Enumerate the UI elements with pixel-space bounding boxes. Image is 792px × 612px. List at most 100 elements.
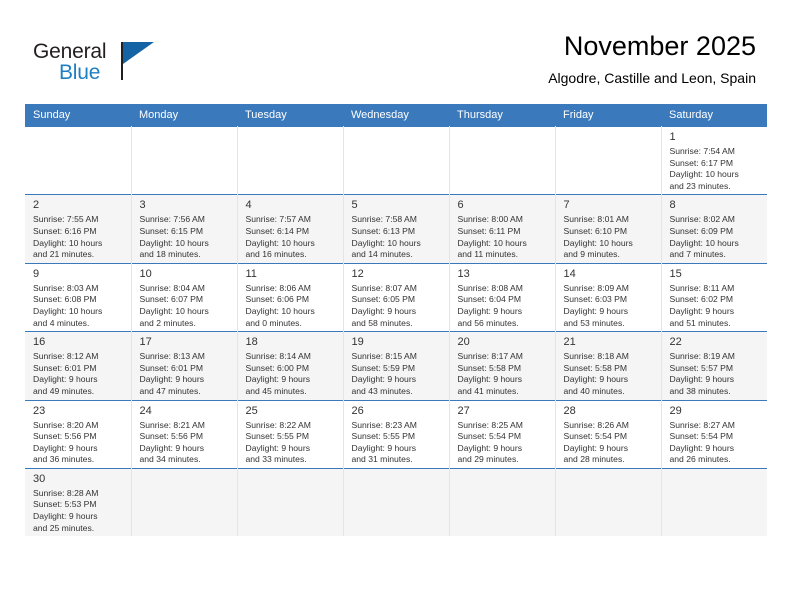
calendar-day-cell[interactable]: 11 Sunrise: 8:06 AM Sunset: 6:06 PM Dayligh… [237,262,344,332]
sunrise-text: Sunrise: 8:19 AM [669,351,735,362]
sunrise-text: Sunrise: 8:21 AM [139,419,205,430]
day-number: 4 [245,199,252,212]
calendar-cell-empty [555,125,662,195]
sunset-text: Sunset: 5:56 PM [139,431,204,442]
sunset-text: Sunset: 5:55 PM [351,431,416,442]
calendar-day-cell[interactable]: 26 Sunrise: 8:23 AM Sunset: 5:55 PM Dayligh… [343,399,450,469]
sunrise-text: Sunrise: 8:04 AM [139,282,205,293]
day-number: 3 [139,199,146,212]
calendar-cell-empty [343,125,450,195]
day-number: 16 [33,336,46,349]
sunrise-text: Sunrise: 8:17 AM [457,351,523,362]
calendar-day-cell[interactable]: 16 Sunrise: 8:12 AM Sunset: 6:01 PM Dayligh… [25,331,132,400]
daylight-text: Daylight: 10 hours [669,237,739,248]
calendar-cell-content: 11 Sunrise: 8:06 AM Sunset: 6:06 PM Dayligh… [238,264,343,331]
logo-flag-icon [123,42,154,64]
calendar-day-cell[interactable]: 12 Sunrise: 8:07 AM Sunset: 6:05 PM Dayligh… [343,262,450,332]
daylight-text: and 47 minutes. [139,385,201,396]
calendar-cell-content: 15 Sunrise: 8:11 AM Sunset: 6:02 PM Dayligh… [662,264,768,331]
calendar-day-cell[interactable]: 9 Sunrise: 8:03 AM Sunset: 6:08 PM Daylight… [25,262,132,332]
daylight-text: Daylight: 9 hours [245,442,311,453]
calendar-day-cell[interactable]: 14 Sunrise: 8:09 AM Sunset: 6:03 PM Dayligh… [555,262,662,332]
sunset-text: Sunset: 6:14 PM [245,225,310,236]
sunrise-text: Sunrise: 8:06 AM [245,282,311,293]
calendar-cell-empty [555,467,662,537]
calendar-cell-content: 12 Sunrise: 8:07 AM Sunset: 6:05 PM Dayligh… [344,264,449,331]
calendar-day-cell[interactable]: 10 Sunrise: 8:04 AM Sunset: 6:07 PM Dayligh… [131,262,238,332]
calendar-day-cell[interactable]: 23 Sunrise: 8:20 AM Sunset: 5:56 PM Dayligh… [25,399,132,469]
sunrise-text: Sunrise: 8:09 AM [563,282,629,293]
daylight-text: and 2 minutes. [139,317,196,328]
day-number: 23 [33,404,46,417]
sunrise-text: Sunrise: 7:56 AM [139,214,205,225]
sunset-text: Sunset: 6:06 PM [245,294,310,305]
calendar-cell-content: 13 Sunrise: 8:08 AM Sunset: 6:04 PM Dayligh… [450,264,555,331]
sunset-text: Sunset: 6:00 PM [245,362,310,373]
day-number: 24 [139,404,152,417]
daylight-text: Daylight: 9 hours [351,305,417,316]
calendar-day-cell[interactable]: 19 Sunrise: 8:15 AM Sunset: 5:59 PM Dayligh… [343,331,450,400]
calendar-cell-content: 30 Sunrise: 8:28 AM Sunset: 5:53 PM Dayligh… [25,469,131,536]
daylight-text: Daylight: 9 hours [33,374,98,385]
calendar-cell-empty [237,467,344,537]
calendar-day-cell[interactable]: 18 Sunrise: 8:14 AM Sunset: 6:00 PM Dayligh… [237,331,344,400]
day-number: 22 [669,336,682,349]
daylight-text: Daylight: 9 hours [669,442,735,453]
daylight-text: and 49 minutes. [33,385,95,396]
daylight-text: Daylight: 10 hours [669,169,739,180]
calendar-day-cell[interactable]: 3 Sunrise: 7:56 AM Sunset: 6:15 PM Daylight… [131,194,238,264]
daylight-text: Daylight: 9 hours [563,305,629,316]
daylight-text: and 14 minutes. [351,249,413,260]
calendar-cell-content: 19 Sunrise: 8:15 AM Sunset: 5:59 PM Dayligh… [344,332,449,399]
daylight-text: and 7 minutes. [669,249,726,260]
calendar-cell-content: 4 Sunrise: 7:57 AM Sunset: 6:14 PM Daylight… [238,195,343,262]
sunset-text: Sunset: 6:15 PM [139,225,204,236]
calendar-day-cell[interactable]: 29 Sunrise: 8:27 AM Sunset: 5:54 PM Dayligh… [661,399,768,469]
sunset-text: Sunset: 6:16 PM [33,225,97,236]
calendar-day-cell[interactable]: 6 Sunrise: 8:00 AM Sunset: 6:11 PM Daylight… [449,194,556,264]
calendar-day-cell[interactable]: 28 Sunrise: 8:26 AM Sunset: 5:54 PM Dayligh… [555,399,662,469]
calendar-day-cell[interactable]: 27 Sunrise: 8:25 AM Sunset: 5:54 PM Dayligh… [449,399,556,469]
daylight-text: Daylight: 9 hours [457,374,523,385]
day-number: 12 [351,267,364,280]
page-title: November 2025 [563,31,756,61]
calendar-day-cell[interactable]: 7 Sunrise: 8:01 AM Sunset: 6:10 PM Daylight… [555,194,662,264]
calendar-cell-content: 29 Sunrise: 8:27 AM Sunset: 5:54 PM Dayligh… [662,401,768,468]
general-blue-logo[interactable]: General Blue [33,40,163,88]
calendar-day-cell[interactable]: 5 Sunrise: 7:58 AM Sunset: 6:13 PM Daylight… [343,194,450,264]
calendar-day-cell[interactable]: 2 Sunrise: 7:55 AM Sunset: 6:16 PM Daylight… [25,194,132,264]
sunrise-text: Sunrise: 8:07 AM [351,282,417,293]
calendar-day-cell[interactable]: 22 Sunrise: 8:19 AM Sunset: 5:57 PM Dayligh… [661,331,767,400]
day-number: 26 [351,404,364,417]
daylight-text: and 26 minutes. [669,454,731,465]
calendar-day-cell[interactable]: 21 Sunrise: 8:18 AM Sunset: 5:58 PM Dayligh… [555,331,662,400]
sunrise-text: Sunrise: 8:22 AM [245,419,311,430]
calendar-day-cell[interactable]: 1 Sunrise: 7:54 AM Sunset: 6:17 PM Daylight… [661,125,768,195]
calendar-day-cell[interactable]: 15 Sunrise: 8:11 AM Sunset: 6:02 PM Dayligh… [661,262,768,332]
sunrise-text: Sunrise: 8:18 AM [563,351,629,362]
daylight-text: Daylight: 9 hours [139,442,205,453]
daylight-text: Daylight: 10 hours [33,237,103,248]
sunset-text: Sunset: 6:09 PM [669,225,734,236]
daylight-text: Daylight: 9 hours [351,374,417,385]
calendar-day-cell[interactable]: 13 Sunrise: 8:08 AM Sunset: 6:04 PM Dayligh… [449,262,556,332]
calendar-day-cell[interactable]: 20 Sunrise: 8:17 AM Sunset: 5:58 PM Dayligh… [449,331,556,400]
calendar-cell-content: 1 Sunrise: 7:54 AM Sunset: 6:17 PM Daylight… [662,127,768,194]
calendar-cell-content: 8 Sunrise: 8:02 AM Sunset: 6:09 PM Daylight… [662,195,768,262]
calendar-day-cell[interactable]: 4 Sunrise: 7:57 AM Sunset: 6:14 PM Daylight… [237,194,344,264]
calendar-day-cell[interactable]: 8 Sunrise: 8:02 AM Sunset: 6:09 PM Daylight… [661,194,768,264]
sunset-text: Sunset: 6:01 PM [33,362,97,373]
calendar-cell-empty [449,467,556,537]
daylight-text: and 16 minutes. [245,249,307,260]
daylight-text: Daylight: 10 hours [33,305,103,316]
calendar-day-cell[interactable]: 30 Sunrise: 8:28 AM Sunset: 5:53 PM Dayligh… [25,467,132,537]
sunset-text: Sunset: 5:55 PM [245,431,310,442]
sunset-text: Sunset: 6:05 PM [351,294,416,305]
daylight-text: and 23 minutes. [669,180,731,191]
calendar-day-cell[interactable]: 25 Sunrise: 8:22 AM Sunset: 5:55 PM Dayligh… [237,399,344,469]
calendar-day-cell[interactable]: 17 Sunrise: 8:13 AM Sunset: 6:01 PM Dayligh… [131,331,238,400]
daylight-text: Daylight: 10 hours [245,237,315,248]
calendar-week-row: 1 Sunrise: 7:54 AM Sunset: 6:17 PM Daylight… [25,125,768,195]
calendar-day-cell[interactable]: 24 Sunrise: 8:21 AM Sunset: 5:56 PM Dayligh… [131,399,238,469]
daylight-text: and 29 minutes. [457,454,519,465]
